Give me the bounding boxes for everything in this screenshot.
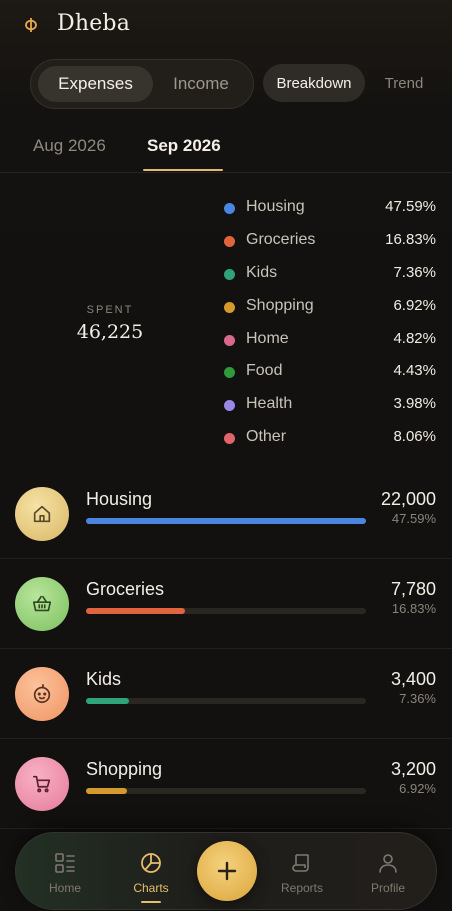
expenses-tab[interactable]: Expenses (38, 66, 153, 102)
nav-charts[interactable]: Charts (116, 847, 186, 903)
legend-item: Other 8.06% (222, 426, 440, 450)
legend-label: Housing (246, 198, 305, 215)
legend-item: Food 4.43% (222, 360, 440, 384)
nav-label: Home (48, 881, 81, 895)
spent-total: 46,225 (76, 321, 144, 343)
legend-percent: 16.83% (385, 231, 436, 248)
nav-profile[interactable]: Profile (353, 847, 423, 897)
category-percent: 6.92% (399, 781, 436, 796)
category-name: Groceries (86, 579, 165, 599)
category-progress-fill (86, 608, 186, 614)
category-progress-fill (86, 698, 130, 704)
income-tab[interactable]: Income (155, 66, 247, 102)
category-percent: 7.36% (399, 691, 436, 706)
home-dashboard-icon (55, 853, 75, 873)
legend-color-dot (224, 236, 235, 247)
category-name: Kids (86, 669, 122, 689)
baby-face-icon (15, 667, 69, 721)
scroll-report-icon (292, 854, 309, 872)
app-header: Dheba (0, 0, 452, 50)
legend-item: Kids 7.36% (222, 262, 440, 286)
nav-home[interactable]: Home (30, 847, 100, 897)
category-progress-fill (86, 788, 127, 794)
legend-label: Other (246, 428, 287, 445)
legend-color-dot (224, 433, 235, 444)
house-icon (15, 487, 69, 541)
category-amount: 3,200 (390, 759, 436, 779)
category-name: Housing (86, 489, 153, 509)
user-icon (379, 854, 397, 873)
category-percent: 16.83% (391, 601, 436, 616)
category-progress-track (86, 518, 366, 524)
legend-percent: 7.36% (393, 264, 436, 281)
legend-percent: 47.59% (385, 198, 436, 215)
nav-reports[interactable]: Reports (267, 847, 337, 897)
nav-label: Profile (370, 881, 405, 895)
legend-label: Home (246, 330, 289, 347)
legend-color-dot (224, 302, 235, 313)
legend-label: Food (246, 362, 283, 379)
trend-tab[interactable]: Trend (370, 64, 438, 102)
legend-label: Health (246, 395, 293, 412)
legend-color-dot (224, 203, 235, 214)
pie-chart-icon (141, 853, 161, 873)
breakdown-tab[interactable]: Breakdown (263, 64, 365, 102)
spent-label: SPENT (86, 304, 134, 316)
legend-color-dot (224, 400, 235, 411)
legend-percent: 8.06% (393, 428, 436, 445)
category-row-groceries[interactable]: Groceries 7,780 16.83% (0, 559, 452, 649)
app-title: Dheba (57, 11, 131, 36)
month-tab-current[interactable]: Sep 2026 (147, 136, 221, 156)
legend-item: Housing 47.59% (222, 196, 440, 220)
month-tab-previous[interactable]: Aug 2026 (33, 136, 106, 156)
app-screen: Dheba Expenses Income Breakdown Trend Au… (0, 0, 452, 911)
nav-active-indicator (141, 901, 161, 903)
legend-color-dot (224, 367, 235, 378)
plus-icon (217, 861, 237, 881)
category-percent: 47.59% (391, 511, 436, 526)
add-transaction-button[interactable] (197, 841, 257, 901)
nav-label: Reports (280, 881, 324, 895)
legend-color-dot (224, 269, 235, 280)
legend-label: Groceries (246, 231, 316, 248)
category-amount: 7,780 (390, 579, 436, 599)
category-row-kids[interactable]: Kids 3,400 7.36% (0, 649, 452, 739)
nav-label: Charts (133, 881, 169, 895)
legend-label: Kids (246, 264, 278, 281)
category-amount: 3,400 (390, 669, 436, 689)
category-progress-track (86, 698, 366, 704)
month-tab-underline (143, 169, 223, 171)
logo-icon (25, 18, 37, 32)
type-toggle: Expenses Income (30, 59, 254, 109)
legend-percent: 3.98% (393, 395, 436, 412)
tabs-divider (0, 172, 452, 173)
category-progress-track (86, 608, 366, 614)
cart-icon (15, 757, 69, 811)
category-row-shopping[interactable]: Shopping 3,200 6.92% (0, 739, 452, 829)
legend-percent: 4.43% (393, 362, 436, 379)
legend-item: Health 3.98% (222, 393, 440, 417)
legend-item: Groceries 16.83% (222, 229, 440, 253)
category-row-housing[interactable]: Housing 22,000 47.59% (0, 469, 452, 559)
legend-label: Shopping (246, 297, 314, 314)
row-divider (0, 828, 452, 829)
legend-item: Home 4.82% (222, 328, 440, 352)
legend-color-dot (224, 335, 235, 346)
category-amount: 22,000 (380, 489, 436, 509)
legend-item: Shopping 6.92% (222, 295, 440, 319)
category-progress-track (86, 788, 366, 794)
legend-percent: 6.92% (393, 297, 436, 314)
basket-icon (15, 577, 69, 631)
legend-percent: 4.82% (393, 330, 436, 347)
category-progress-fill (86, 518, 366, 524)
category-name: Shopping (86, 759, 163, 779)
bottom-nav: Home Charts Reports Profile (15, 832, 437, 910)
